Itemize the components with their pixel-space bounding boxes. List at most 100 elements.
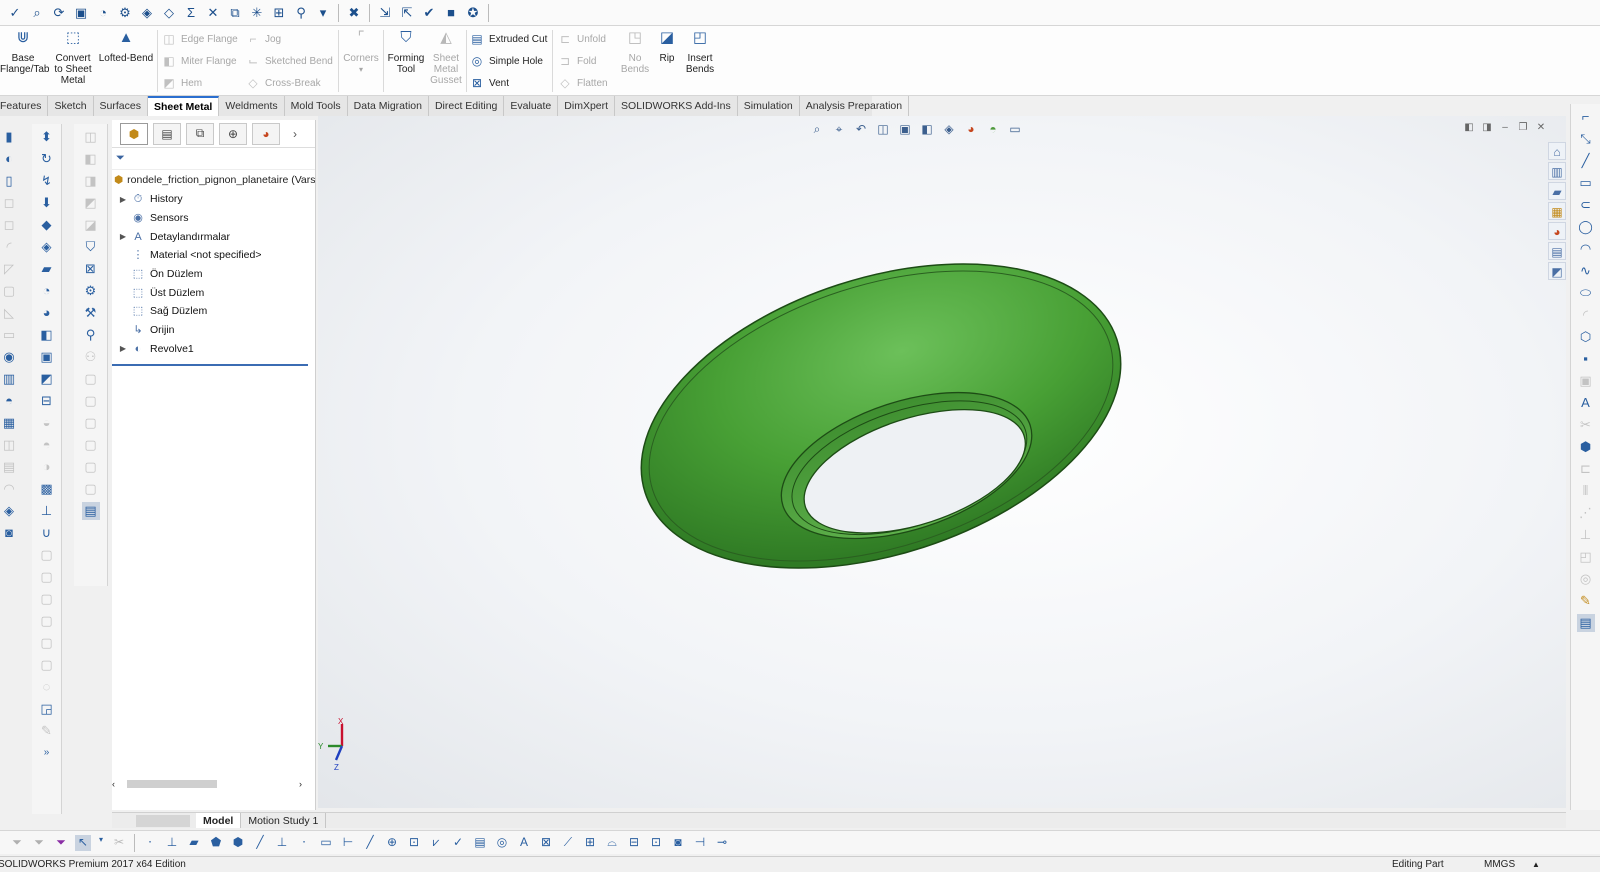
configuration-manager-tab[interactable]: ⧉: [186, 122, 214, 145]
reference-icon[interactable]: ⊥: [38, 502, 56, 520]
tab-surfaces[interactable]: Surfaces: [94, 96, 148, 116]
vent-button[interactable]: ⊠ Vent: [470, 74, 509, 92]
sm-cross-icon[interactable]: ▢: [82, 458, 100, 476]
tree-item[interactable]: ▶ A Detaylandırmalar: [116, 227, 315, 246]
sm-insert-icon[interactable]: ▢: [82, 436, 100, 454]
jog-button[interactable]: ⌐ Jog: [246, 30, 281, 48]
mate-icon[interactable]: ✕: [204, 4, 222, 22]
corners-button[interactable]: ⌜ Corners ▾: [342, 30, 380, 75]
edit-icon[interactable]: ✎: [38, 722, 56, 740]
property-manager-tab[interactable]: ▤: [153, 122, 181, 145]
library-icon[interactable]: ▥: [1548, 162, 1566, 180]
miter-flange-button[interactable]: ◧ Miter Flange: [162, 52, 236, 70]
appearances-icon[interactable]: ◕: [1548, 222, 1566, 240]
tab-sheet-metal[interactable]: Sheet Metal: [147, 96, 220, 116]
convert-entities-icon[interactable]: ⬢: [1577, 438, 1595, 456]
slot-icon[interactable]: ⊂: [1577, 196, 1595, 214]
tab-weldments[interactable]: Weldments: [219, 96, 285, 116]
filter-weld-icon[interactable]: ⊠: [538, 835, 554, 851]
tree-item[interactable]: ▶ ⏱ History: [116, 190, 315, 209]
filter-toggle-icon[interactable]: ⏷: [9, 835, 25, 851]
fillet-icon[interactable]: ◜: [0, 238, 18, 256]
filter-sketch-segments-icon[interactable]: ▭: [318, 835, 334, 851]
swept-boss-icon[interactable]: ↯: [38, 172, 56, 190]
rapid-sketch-icon[interactable]: ▤: [1576, 614, 1595, 632]
sum-icon[interactable]: Σ: [182, 4, 200, 22]
shell-icon[interactable]: ▢: [0, 282, 18, 300]
units-dropdown-icon[interactable]: ▲: [1532, 860, 1540, 869]
sm-base-icon[interactable]: ◫: [82, 128, 100, 146]
tree-root-part[interactable]: ⬢ rondele_friction_pignon_planetaire (Va…: [112, 170, 315, 190]
sm-fold-icon[interactable]: ▢: [82, 370, 100, 388]
curve-icon[interactable]: ◠: [0, 480, 18, 498]
offset-icon[interactable]: ⊏: [1577, 460, 1595, 478]
spelling-icon[interactable]: ✓: [6, 4, 24, 22]
split-line-icon[interactable]: ▢: [38, 568, 56, 586]
chevron-right-icon[interactable]: ›: [293, 127, 297, 141]
smart-dimension-icon[interactable]: ⤡: [1577, 130, 1595, 148]
filter-sketch-points-icon[interactable]: ⋅: [296, 835, 312, 851]
forum-icon[interactable]: ◩: [1548, 262, 1566, 280]
tab-direct-editing[interactable]: Direct Editing: [429, 96, 505, 116]
display-manager-tab[interactable]: ◕: [252, 122, 280, 145]
filter-solids-icon[interactable]: ⬢: [230, 835, 246, 851]
rectangle-icon[interactable]: ▭: [1577, 174, 1595, 192]
revolved-boss-icon[interactable]: ↻: [38, 150, 56, 168]
plugin-icon[interactable]: ■: [442, 4, 460, 22]
filter-all-icon[interactable]: ⏷: [53, 835, 69, 851]
scroll-right-icon[interactable]: ›: [299, 779, 302, 789]
settings-icon[interactable]: ✪: [464, 4, 482, 22]
filter-datum-target-icon[interactable]: A: [516, 835, 532, 851]
intersect-icon[interactable]: ◈: [0, 502, 18, 520]
sketch-icon[interactable]: ▣: [72, 4, 90, 22]
sm-vent-icon[interactable]: ⊠: [82, 260, 100, 278]
sm-nobends-icon[interactable]: ▢: [82, 414, 100, 432]
check-icon[interactable]: ◈: [138, 4, 156, 22]
composite-curve-icon[interactable]: ▢: [38, 612, 56, 630]
zoom-icon[interactable]: ⌕: [28, 4, 46, 22]
filter-axes-icon[interactable]: ╱: [252, 835, 268, 851]
hole-wizard-icon[interactable]: ⊟: [38, 392, 56, 410]
import-icon[interactable]: ⇲: [376, 4, 394, 22]
corners-dropdown-icon[interactable]: ▾: [342, 64, 380, 75]
wrap-icon[interactable]: ▥: [0, 370, 18, 388]
custom-properties-icon[interactable]: ▤: [1548, 242, 1566, 260]
linear-sketch-pattern-icon[interactable]: ⋰: [1577, 504, 1595, 522]
filter-loops-icon[interactable]: ◙: [670, 835, 686, 851]
chamfer-icon[interactable]: ◕: [38, 304, 56, 322]
hole-icon[interactable]: ◉: [0, 348, 18, 366]
unfold-button[interactable]: ⊏ Unfold: [558, 30, 606, 48]
scroll-thumb[interactable]: [127, 780, 217, 788]
point-icon[interactable]: ▪: [1577, 350, 1595, 368]
move-icon[interactable]: ◙: [0, 524, 18, 542]
filter-planes-icon[interactable]: ⊥: [274, 835, 290, 851]
fillet-icon[interactable]: ◔: [38, 282, 56, 300]
no-bends-button[interactable]: ◳ No Bends: [618, 30, 652, 75]
sm-rip-icon[interactable]: ⚲: [82, 326, 100, 344]
expand-arrow-icon[interactable]: ▶: [116, 195, 130, 204]
insert-bends-button[interactable]: ◰ Insert Bends: [682, 30, 718, 75]
disabled-select-icon[interactable]: ✂: [111, 835, 127, 851]
verify-icon[interactable]: ✔: [420, 4, 438, 22]
tab-model[interactable]: Model: [196, 813, 242, 828]
select-dropdown-icon[interactable]: ▾: [97, 835, 105, 851]
instant3d-icon[interactable]: ▢: [38, 546, 56, 564]
lofted-boss-icon[interactable]: ⬇: [38, 194, 56, 212]
filter-cosmetic-icon[interactable]: ⊟: [626, 835, 642, 851]
linear-pattern-icon[interactable]: ▩: [38, 480, 56, 498]
polygon-icon[interactable]: ⬡: [1577, 328, 1595, 346]
select-icon[interactable]: ↖: [75, 834, 91, 851]
filter-balloons-icon[interactable]: ⊞: [582, 835, 598, 851]
sm-unfold-icon[interactable]: ⚇: [82, 348, 100, 366]
tab-features[interactable]: Features: [0, 96, 49, 116]
curve-through-icon[interactable]: ▢: [38, 656, 56, 674]
tab-solidworks-add-ins[interactable]: SOLIDWORKS Add-Ins: [615, 96, 738, 116]
base-flange-button[interactable]: ⋓ Base Flange/Tab: [0, 30, 49, 75]
ellipse-icon[interactable]: ⬭: [1577, 284, 1595, 302]
delete-icon[interactable]: ✖: [345, 4, 363, 22]
sm-corner-icon[interactable]: ▢: [82, 480, 100, 498]
scroll-left-icon[interactable]: ‹: [112, 779, 115, 789]
quick-snaps-icon[interactable]: ✎: [1577, 592, 1595, 610]
tab-motion-study[interactable]: Motion Study 1: [241, 813, 327, 828]
options-icon[interactable]: ⚲: [292, 4, 310, 22]
